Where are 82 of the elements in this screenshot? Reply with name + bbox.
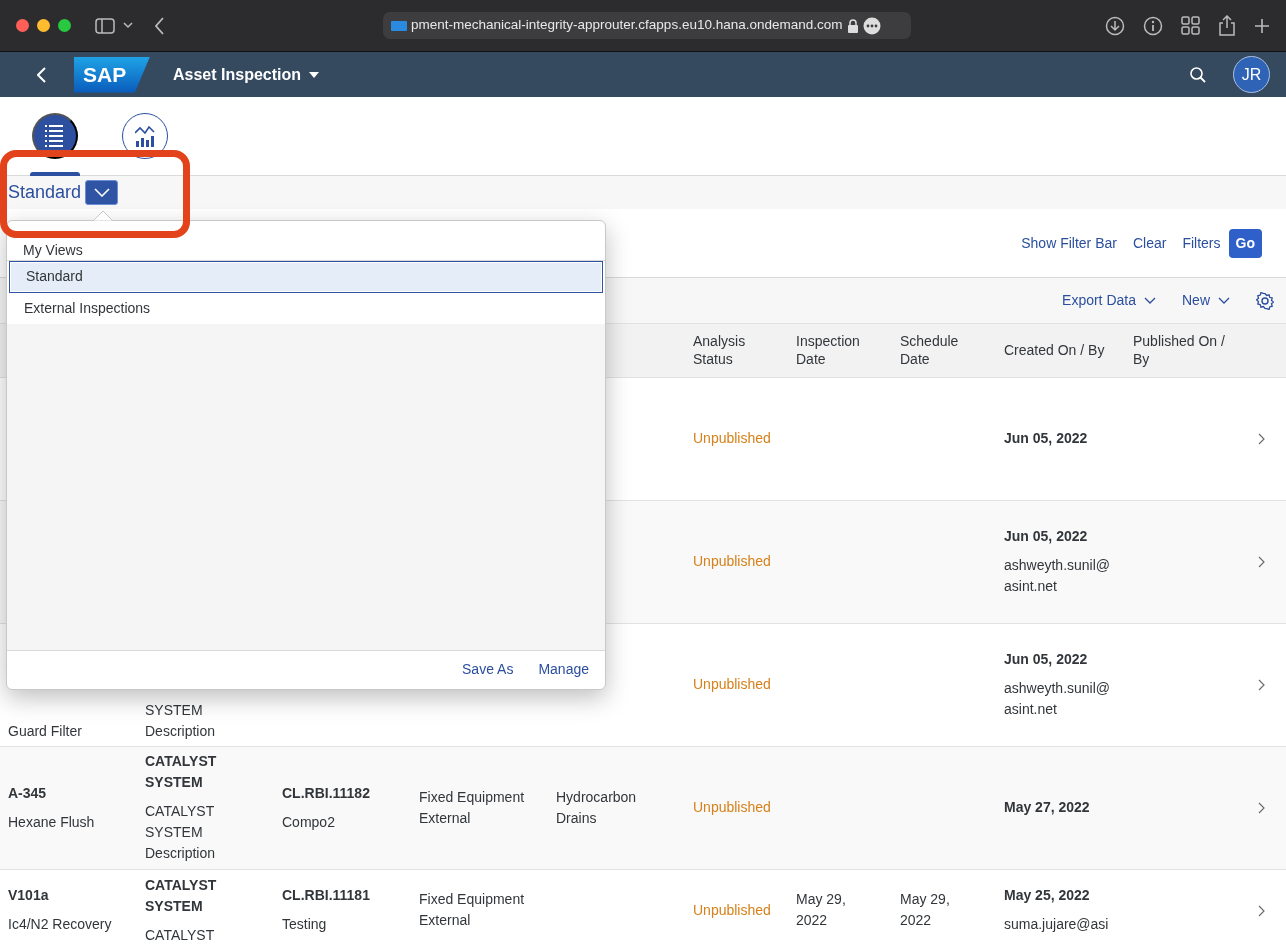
caret-icon <box>1218 297 1230 304</box>
new-menu[interactable]: New <box>1182 290 1230 311</box>
user-avatar[interactable]: JR <box>1233 56 1270 93</box>
cell-title: Jun 05, 2022 <box>1004 527 1089 546</box>
cell-text: SYSTEM Description <box>145 700 217 741</box>
settings-icon[interactable] <box>1256 291 1274 310</box>
zoom-window-icon[interactable] <box>58 19 71 32</box>
cell-text: Ic4/N2 Recovery <box>8 915 113 935</box>
cell-title: CATALYST SYSTEM <box>145 752 218 792</box>
column-header: Inspection Date <box>788 324 892 377</box>
chevron-down-icon <box>93 188 110 197</box>
cell-text: CATALYST <box>145 925 216 945</box>
search-icon[interactable] <box>1190 66 1206 83</box>
chevron-right-icon[interactable] <box>1258 679 1265 692</box>
cell-text: May 29, 2022 <box>796 890 847 931</box>
column-header: Published On / By <box>1125 324 1250 377</box>
chevron-right-icon[interactable] <box>1258 556 1265 569</box>
logo[interactable]: SAP <box>74 56 150 93</box>
caret-icon[interactable] <box>123 22 133 29</box>
view-list-item[interactable]: Standard <box>9 261 603 293</box>
caret-icon <box>309 71 320 78</box>
cell-text: ashweyth.sunil@ asint.net <box>1004 556 1112 596</box>
export-data-menu[interactable]: Export Data <box>1062 290 1156 311</box>
app-title-menu[interactable]: Asset Inspection <box>173 62 320 87</box>
more-icon[interactable] <box>862 16 881 35</box>
status-text: Unpublished <box>693 798 772 817</box>
cell-text: CATALYST SYSTEM Description <box>145 802 217 863</box>
close-window-icon[interactable] <box>16 19 29 32</box>
lock-icon <box>846 18 859 33</box>
status-text: Unpublished <box>693 552 772 571</box>
column-header: Created On / By <box>996 324 1125 377</box>
cell-text: Fixed Equipment External <box>419 890 526 931</box>
go-button[interactable]: Go <box>1228 228 1262 258</box>
url-text: pment-mechanical-integrity-approuter.cfapps.eu10.hana.ondemand.com <box>411 16 843 35</box>
plus-icon[interactable] <box>1254 17 1270 34</box>
status-text: Unpublished <box>693 675 772 694</box>
column-header: Schedule Date <box>892 324 996 377</box>
save-as-link[interactable]: Save As <box>462 659 514 681</box>
show-filter-bar-link[interactable]: Show Filter Bar <box>1021 232 1117 254</box>
chevron-right-icon[interactable] <box>1258 905 1265 918</box>
cell-text: Hydrocarbon Drains <box>556 787 638 828</box>
status-text: Unpublished <box>693 429 772 448</box>
cell-title: Jun 05, 2022 <box>1004 650 1089 669</box>
manage-link[interactable]: Manage <box>538 659 589 681</box>
download-icon[interactable] <box>1105 15 1125 36</box>
cell-text: Fixed Equipment External <box>419 787 526 828</box>
back-icon[interactable] <box>155 16 165 35</box>
cell-text: Guard Filter <box>8 721 83 741</box>
cell-title: V101a <box>8 886 50 906</box>
tabs-overview-icon[interactable] <box>1181 16 1200 35</box>
info-icon[interactable] <box>1143 15 1163 36</box>
sidebar-icon[interactable] <box>95 17 115 34</box>
list-icon <box>45 125 65 147</box>
column-header: Analysis Status <box>685 324 788 377</box>
cell-title: CL.RBI.11181 <box>282 886 371 906</box>
site-icon <box>391 20 407 31</box>
cell-title: Jun 05, 2022 <box>1004 429 1089 448</box>
filters-link[interactable]: Filters <box>1182 232 1221 254</box>
variant-dropdown-button[interactable] <box>85 180 119 205</box>
cell-text: Compo2 <box>282 812 336 832</box>
cell-title: CL.RBI.11182 <box>282 783 371 803</box>
variant-title: Standard <box>8 181 82 204</box>
chevron-right-icon[interactable] <box>1258 433 1265 446</box>
share-icon[interactable] <box>1218 15 1236 36</box>
cell-title: A-345 <box>8 783 48 803</box>
chevron-right-icon[interactable] <box>1258 802 1265 815</box>
caret-icon <box>1144 297 1156 304</box>
view-list-item[interactable]: External Inspections <box>7 292 605 325</box>
clear-link[interactable]: Clear <box>1132 232 1167 254</box>
cell-text: May 29, 2022 <box>900 890 951 931</box>
minimize-window-icon[interactable] <box>37 19 50 32</box>
cell-text: suma.jujare@asi <box>1004 915 1110 935</box>
cell-title: May 25, 2022 <box>1004 886 1091 906</box>
selected-tab-indicator <box>30 172 80 176</box>
cell-text: Testing <box>282 915 328 935</box>
cell-title: CATALYST SYSTEM <box>145 875 218 916</box>
chart-icon <box>135 125 155 147</box>
cell-text: Hexane Flush <box>8 812 96 832</box>
address-bar[interactable]: pment-mechanical-integrity-approuter.cfapps.eu10.hana.ondemand.com <box>383 12 911 39</box>
cell-text: ashweyth.sunil@ asint.net <box>1004 679 1112 719</box>
cell-title: May 27, 2022 <box>1004 798 1091 817</box>
status-text: Unpublished <box>693 900 772 920</box>
